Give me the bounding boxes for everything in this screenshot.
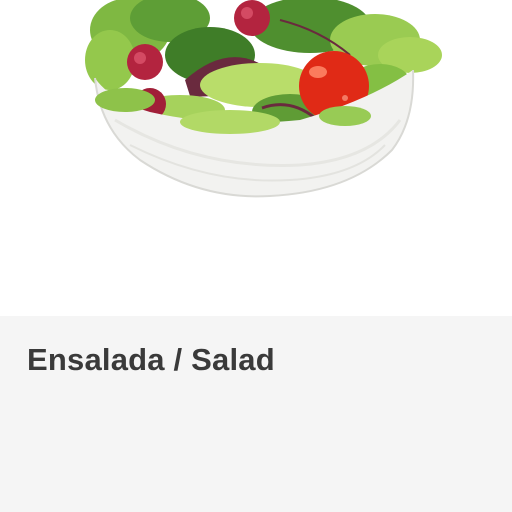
salad-bowl-image: [85, 0, 442, 198]
product-title[interactable]: Ensalada / Salad: [27, 340, 275, 380]
product-card[interactable]: Ensalada / Salad: [0, 0, 512, 512]
product-image[interactable]: [0, 0, 512, 316]
